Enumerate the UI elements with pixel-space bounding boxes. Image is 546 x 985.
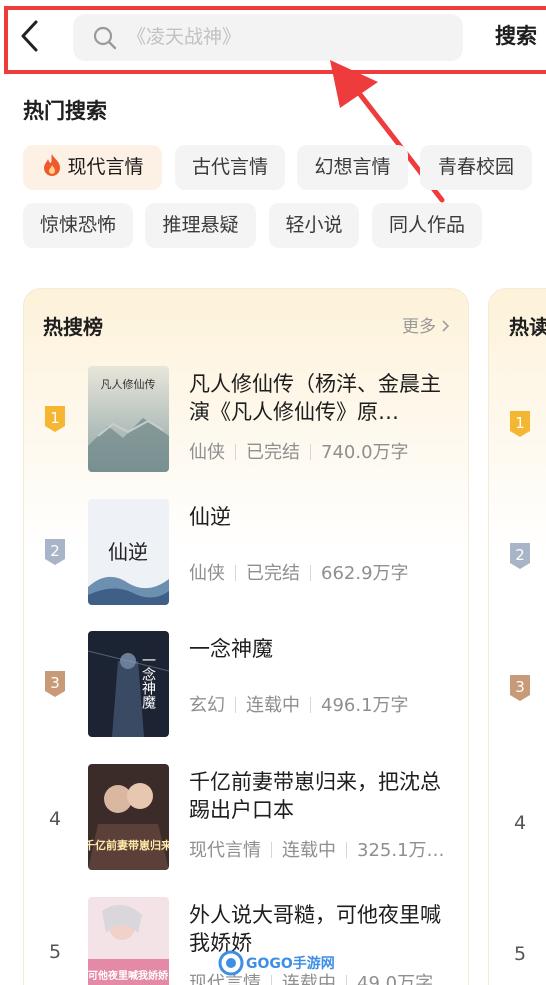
book-words: 740.0万字 bbox=[321, 442, 409, 463]
tag-light-novel[interactable]: 轻小说 bbox=[269, 203, 359, 248]
book-item[interactable]: 1 凡人修仙传 凡人修仙传（杨洋、金晨主演《凡人修仙传》原… 仙侠 已完结 740.… bbox=[24, 366, 470, 478]
hot-search-title: 热门搜索 bbox=[23, 99, 107, 123]
book-words: 496.1万字 bbox=[321, 695, 409, 716]
book-status: 连载中 bbox=[246, 695, 300, 716]
tag-label: 现代言情 bbox=[67, 156, 144, 178]
watermark-logo-icon bbox=[218, 950, 244, 976]
rank-number: 5 bbox=[48, 941, 62, 963]
search-input[interactable]: 《凌天战神》 bbox=[73, 14, 463, 61]
tag-fantasy-romance[interactable]: 幻想言情 bbox=[297, 145, 408, 190]
cover-title: 可他夜里喊我娇娇 bbox=[88, 969, 169, 982]
watermark: GOGO手游网 bbox=[218, 948, 335, 978]
search-placeholder: 《凌天战神》 bbox=[127, 26, 242, 48]
book-item[interactable]: 4 千亿前妻带崽归来 千亿前妻带崽归来，把沈总踢出户口本 现代言情 连载中 325.… bbox=[24, 764, 470, 876]
tag-horror[interactable]: 惊悚恐怖 bbox=[23, 203, 133, 248]
tag-modern-romance[interactable]: 现代言情 bbox=[23, 145, 162, 190]
book-title: 凡人修仙传（杨洋、金晨主演《凡人修仙传》原… bbox=[189, 372, 441, 424]
book-cover: 仙逆 bbox=[88, 499, 169, 605]
book-item[interactable]: 2 仙逆 仙逆 仙侠 已完结 662.9万字 bbox=[24, 499, 470, 611]
chevron-left-icon bbox=[21, 20, 38, 52]
rank-number: 4 bbox=[48, 808, 62, 830]
book-status: 连载中 bbox=[282, 840, 336, 861]
book-genre: 现代言情 bbox=[189, 840, 261, 861]
rank-number: 2 bbox=[50, 542, 60, 560]
book-genre: 仙侠 bbox=[189, 563, 225, 584]
book-words: 325.1万… bbox=[357, 840, 445, 861]
cover-title: 仙逆 bbox=[108, 540, 148, 564]
book-title: 一念神魔 bbox=[189, 637, 273, 661]
rank-number: 3 bbox=[50, 674, 60, 692]
book-title: 仙逆 bbox=[189, 505, 231, 529]
book-cover: 千亿前妻带崽归来 bbox=[88, 764, 169, 870]
book-cover: 一念神魔 bbox=[88, 631, 169, 737]
rank-number: 4 bbox=[513, 812, 527, 834]
tag-mystery[interactable]: 推理悬疑 bbox=[145, 203, 256, 248]
book-words: 49.0万字 bbox=[357, 973, 434, 985]
rank-number: 1 bbox=[515, 414, 525, 432]
search-header: 《凌天战神》 搜索 bbox=[0, 0, 546, 80]
rank-badge-gold: 1 bbox=[510, 411, 530, 437]
rank-badge-bronze: 3 bbox=[45, 671, 65, 697]
book-meta: 玄幻 连载中 496.1万字 bbox=[189, 693, 449, 719]
book-title: 千亿前妻带崽归来，把沈总踢出户口本 bbox=[189, 770, 441, 822]
book-words: 662.9万字 bbox=[321, 563, 409, 584]
ranking-title: 热搜榜 bbox=[43, 315, 103, 339]
ranking2-title: 热读榜 bbox=[509, 315, 546, 339]
fire-icon bbox=[44, 154, 61, 176]
book-cover: 可他夜里喊我娇娇 bbox=[88, 897, 169, 985]
cover-title: 凡人修仙传 bbox=[101, 377, 156, 391]
book-meta: 仙侠 已完结 662.9万字 bbox=[189, 561, 449, 587]
more-label: 更多 bbox=[402, 317, 436, 337]
rank-number: 5 bbox=[513, 943, 527, 965]
rank-number: 2 bbox=[515, 546, 525, 564]
chevron-right-icon bbox=[442, 320, 450, 332]
cover-title: 千亿前妻带崽归来 bbox=[88, 838, 169, 852]
book-cover: 凡人修仙传 bbox=[88, 366, 169, 472]
annotation-arrow bbox=[330, 60, 445, 203]
search-icon bbox=[93, 26, 117, 50]
rank-badge-bronze: 3 bbox=[510, 675, 530, 701]
more-link[interactable]: 更多 bbox=[402, 315, 450, 339]
rank-badge-silver: 2 bbox=[45, 539, 65, 565]
search-button[interactable]: 搜索 bbox=[495, 20, 537, 52]
book-genre: 玄幻 bbox=[189, 695, 225, 716]
book-meta: 现代言情 连载中 325.1万… bbox=[189, 838, 449, 864]
book-meta: 仙侠 已完结 740.0万字 bbox=[189, 440, 449, 466]
tag-fan-fiction[interactable]: 同人作品 bbox=[372, 203, 482, 248]
book-item[interactable]: 3 一念神魔 一念神魔 玄幻 连载中 496.1万字 bbox=[24, 631, 470, 743]
cover-title: 一念神魔 bbox=[140, 653, 156, 710]
hot-search-ranking-card: 热搜榜 更多 1 凡人修仙传 凡人修仙传（杨洋、金晨主演《凡人修仙传》原… 仙侠… bbox=[23, 288, 469, 985]
tag-youth-campus[interactable]: 青春校园 bbox=[420, 145, 532, 190]
book-genre: 仙侠 bbox=[189, 442, 225, 463]
rank-badge-silver: 2 bbox=[510, 543, 530, 569]
hot-read-ranking-card[interactable]: 热读榜 1 2 3 4 5 bbox=[488, 288, 546, 985]
book-status: 已完结 bbox=[246, 563, 300, 584]
tag-ancient-romance[interactable]: 古代言情 bbox=[175, 145, 285, 190]
rank-badge-gold: 1 bbox=[45, 406, 65, 432]
back-button[interactable] bbox=[14, 14, 54, 58]
book-status: 已完结 bbox=[246, 442, 300, 463]
watermark-text: GOGO手游网 bbox=[246, 956, 335, 972]
rank-number: 3 bbox=[515, 678, 525, 696]
rank-number: 1 bbox=[50, 409, 60, 427]
